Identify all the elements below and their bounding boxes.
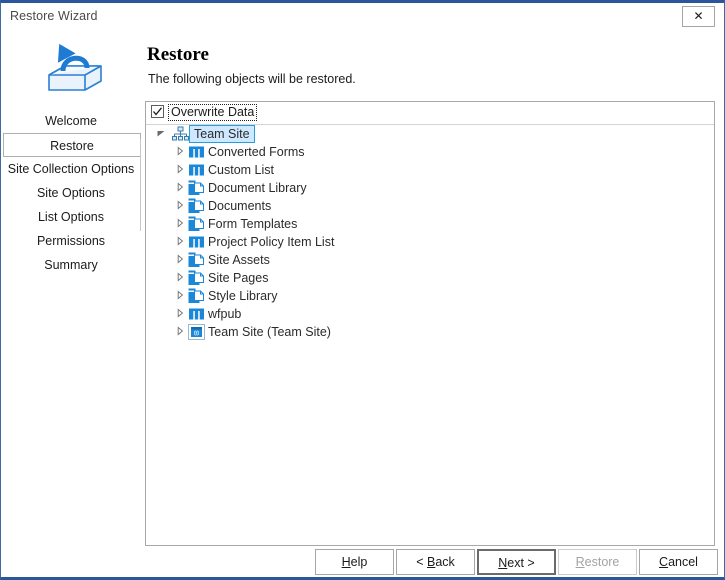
sidebar-item-summary[interactable]: Summary bbox=[1, 253, 141, 277]
tree-item-label: Project Policy Item List bbox=[208, 235, 335, 249]
list-icon bbox=[188, 234, 205, 250]
tree-item[interactable]: Custom List bbox=[146, 161, 714, 179]
sidebar-item-welcome[interactable]: Welcome bbox=[1, 109, 141, 133]
tree-item-label: Site Pages bbox=[208, 271, 269, 285]
tree-item[interactable]: Site Pages bbox=[146, 269, 714, 287]
sidebar-item-permissions[interactable]: Permissions bbox=[1, 229, 141, 253]
site-hierarchy-icon bbox=[172, 126, 189, 142]
list-icon bbox=[188, 144, 205, 160]
cancel-button[interactable]: Cancel bbox=[639, 549, 718, 575]
page-title: Restore bbox=[147, 44, 209, 65]
tree-item-label: Site Assets bbox=[208, 253, 270, 267]
next-button[interactable]: Next > bbox=[477, 549, 556, 575]
sidebar-item-label: Site Options bbox=[36, 186, 106, 200]
footer-buttons: Help < Back Next > Restore Cancel bbox=[1, 546, 724, 580]
document-library-icon bbox=[188, 216, 205, 232]
help-button[interactable]: Help bbox=[315, 549, 394, 575]
tree-item-label: Converted Forms bbox=[208, 145, 305, 159]
tree-item-label: Team Site (Team Site) bbox=[208, 325, 331, 339]
list-icon bbox=[188, 162, 205, 178]
help-button-label: Help bbox=[341, 555, 368, 569]
document-library-icon bbox=[188, 288, 205, 304]
restore-objects-panel: Overwrite Data Team Site Converted Forms C… bbox=[145, 101, 715, 546]
chevron-right-icon[interactable] bbox=[174, 236, 186, 248]
tree-item[interactable]: Team Site bbox=[146, 125, 714, 143]
sidebar-item-label: Permissions bbox=[36, 234, 106, 248]
tree-item-label: Documents bbox=[208, 199, 272, 213]
chevron-right-icon[interactable] bbox=[174, 182, 186, 194]
sidebar-item-label: Restore bbox=[50, 139, 94, 153]
tree-item[interactable]: Site Assets bbox=[146, 251, 714, 269]
sidebar-item-label: List Options bbox=[37, 210, 104, 224]
chevron-right-icon[interactable] bbox=[174, 200, 186, 212]
sidebar-item-label: Welcome bbox=[45, 114, 97, 128]
tree-item-label: Form Templates bbox=[208, 217, 298, 231]
sidebar-item-restore[interactable]: Restore bbox=[3, 133, 141, 157]
tree-item[interactable]: Document Library bbox=[146, 179, 714, 197]
tree-item-label: Team Site bbox=[189, 125, 255, 143]
chevron-right-icon[interactable] bbox=[174, 218, 186, 230]
sidebar-item-list-options[interactable]: List Options bbox=[1, 205, 141, 229]
chevron-right-icon[interactable] bbox=[174, 146, 186, 158]
chevron-right-icon[interactable] bbox=[174, 164, 186, 176]
title-bar: Restore Wizard ✕ bbox=[1, 3, 724, 31]
restore-box-arrow-icon bbox=[39, 37, 111, 101]
document-library-icon bbox=[188, 198, 205, 214]
tree-item-label: Custom List bbox=[208, 163, 274, 177]
page-subtitle: The following objects will be restored. bbox=[148, 72, 356, 86]
chevron-right-icon[interactable] bbox=[174, 326, 186, 338]
chevron-down-icon[interactable] bbox=[155, 128, 167, 140]
document-library-icon bbox=[188, 270, 205, 286]
overwrite-data-row: Overwrite Data bbox=[146, 102, 714, 125]
tree-item-label: wfpub bbox=[208, 307, 242, 321]
restore-wizard-window: Restore Wizard ✕ Restore The following o… bbox=[0, 0, 725, 580]
cancel-button-label: Cancel bbox=[659, 555, 698, 569]
objects-tree: Team Site Converted Forms Custom List Docum… bbox=[146, 125, 714, 341]
tree-item-label: Document Library bbox=[208, 181, 307, 195]
chevron-right-icon[interactable] bbox=[174, 290, 186, 302]
restore-button-label: Restore bbox=[575, 555, 620, 569]
sidebar-item-label: Summary bbox=[44, 258, 98, 272]
header: Restore The following objects will be re… bbox=[1, 31, 724, 109]
chevron-right-icon[interactable] bbox=[174, 272, 186, 284]
tree-item-label: Style Library bbox=[208, 289, 278, 303]
document-library-icon bbox=[188, 180, 205, 196]
tree-item[interactable]: Documents bbox=[146, 197, 714, 215]
overwrite-data-label[interactable]: Overwrite Data bbox=[168, 104, 258, 121]
list-icon bbox=[188, 306, 205, 322]
document-library-icon bbox=[188, 252, 205, 268]
window-title: Restore Wizard bbox=[10, 9, 98, 23]
sidebar-item-label: Site Collection Options bbox=[7, 162, 135, 176]
sidebar-divider bbox=[140, 139, 141, 231]
chevron-right-icon[interactable] bbox=[174, 254, 186, 266]
next-button-label: Next > bbox=[498, 556, 535, 570]
back-button[interactable]: < Back bbox=[396, 549, 475, 575]
wizard-step-nav: Welcome Restore Site Collection Options Sit… bbox=[1, 109, 141, 546]
sidebar-item-site-options[interactable]: Site Options bbox=[1, 181, 141, 205]
tree-item[interactable]: Form Templates bbox=[146, 215, 714, 233]
tree-item[interactable]: Converted Forms bbox=[146, 143, 714, 161]
subsite-icon bbox=[188, 324, 205, 340]
back-button-label: < Back bbox=[416, 555, 455, 569]
tree-item[interactable]: Team Site (Team Site) bbox=[146, 323, 714, 341]
sidebar-item-site-collection-options[interactable]: Site Collection Options bbox=[1, 157, 141, 181]
tree-item[interactable]: Style Library bbox=[146, 287, 714, 305]
chevron-right-icon[interactable] bbox=[174, 308, 186, 320]
close-icon[interactable]: ✕ bbox=[682, 6, 715, 27]
restore-button: Restore bbox=[558, 549, 637, 575]
tree-item[interactable]: Project Policy Item List bbox=[146, 233, 714, 251]
tree-item[interactable]: wfpub bbox=[146, 305, 714, 323]
overwrite-data-checkbox[interactable] bbox=[151, 105, 164, 118]
